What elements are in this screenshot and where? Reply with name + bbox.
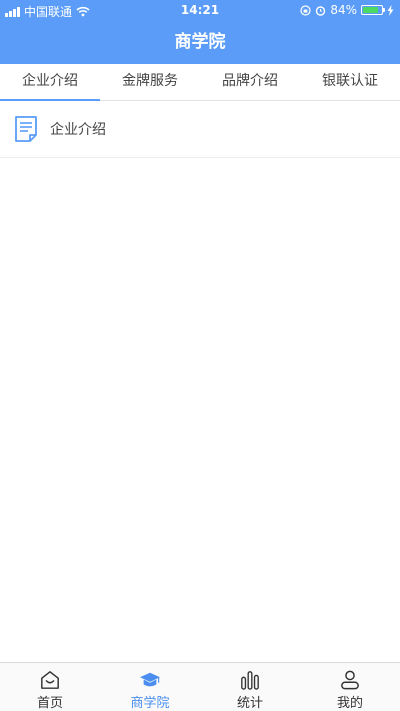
- battery-percent: 84%: [330, 3, 357, 17]
- category-tabs: 企业介绍 金牌服务 品牌介绍 银联认证: [0, 64, 400, 101]
- statistics-icon: [241, 671, 259, 690]
- graduation-cap-icon: [140, 672, 160, 687]
- tab-unionpay-cert[interactable]: 银联认证: [300, 64, 400, 100]
- tabbar-statistics-label: 统计: [236, 696, 263, 711]
- tabbar-profile-label: 我的: [336, 696, 363, 711]
- orientation-lock-icon: [300, 4, 311, 16]
- profile-icon: [341, 670, 359, 690]
- tab-brand-intro[interactable]: 品牌介绍: [200, 64, 300, 100]
- page-title: 商学院: [174, 32, 226, 52]
- charging-icon: [387, 4, 394, 16]
- status-right: 84%: [300, 3, 394, 17]
- tabbar-profile[interactable]: 我的: [300, 663, 400, 711]
- nav-bar: 商学院: [0, 20, 400, 64]
- article-list: 企业介绍: [0, 101, 400, 158]
- document-icon: [15, 116, 37, 142]
- tabbar-home-label: 首页: [36, 696, 63, 711]
- bottom-tab-bar: 首页 商学院 统计 我的: [0, 662, 400, 711]
- tabbar-home[interactable]: 首页: [0, 663, 100, 711]
- list-item-label: 企业介绍: [50, 122, 106, 138]
- tab-company-intro[interactable]: 企业介绍: [0, 64, 100, 101]
- tabbar-statistics[interactable]: 统计: [200, 663, 300, 711]
- tab-gold-service[interactable]: 金牌服务: [100, 64, 200, 100]
- battery-fill: [363, 7, 379, 13]
- list-item[interactable]: 企业介绍: [0, 101, 400, 158]
- status-bar: 中国联通 14:21 84%: [0, 0, 400, 20]
- home-icon: [41, 671, 59, 689]
- battery-icon: [361, 5, 385, 15]
- tabbar-academy-label: 商学院: [130, 696, 170, 711]
- alarm-icon: [316, 5, 326, 16]
- tabbar-academy[interactable]: 商学院: [100, 663, 200, 711]
